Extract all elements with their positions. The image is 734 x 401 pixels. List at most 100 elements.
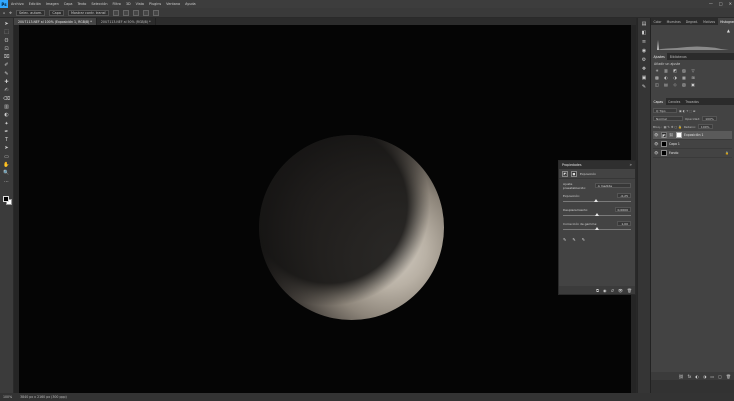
black-point-eyedropper-icon[interactable]: ✎ — [563, 237, 566, 242]
menu-item-10[interactable]: Ventana — [166, 2, 180, 6]
gamma-slider[interactable] — [563, 227, 631, 231]
fx-icon[interactable]: fx — [688, 374, 692, 379]
close-icon[interactable]: » — [630, 162, 632, 167]
cache-warning-icon[interactable]: ▲ — [727, 28, 730, 33]
paragraph-icon[interactable]: ≡ — [641, 39, 647, 45]
view-previous-icon[interactable]: ◉ — [603, 288, 607, 293]
adjustment-icon-10[interactable]: ◫ — [654, 82, 660, 87]
adjustment-icon-5[interactable]: ▩ — [654, 75, 660, 80]
path-select-icon[interactable]: ➤ — [3, 145, 10, 151]
layer-row[interactable]: 👁 ◩ ⛓ Exposición 1 — [653, 131, 732, 140]
layer-name[interactable]: Capa 1 — [669, 142, 680, 146]
auto-select-target[interactable]: Capa — [49, 9, 64, 16]
brushes-icon[interactable]: ✎ — [641, 84, 647, 90]
maximize-icon[interactable]: □ — [719, 1, 723, 6]
menu-item-5[interactable]: Selección — [91, 2, 107, 6]
type-tool-icon[interactable]: T — [3, 137, 10, 143]
color-icon[interactable]: ◉ — [641, 48, 647, 54]
document-info[interactable]: 3840 px x 2160 px (300 ppp) — [20, 395, 67, 399]
photoshop-logo[interactable]: Ps — [0, 0, 8, 8]
eraser-tool-icon[interactable]: ⌫ — [3, 96, 10, 102]
clip-to-layer-icon[interactable]: ⧉ — [596, 288, 599, 293]
filter-icons[interactable]: ▣ ◐ T ⬚ ⊞ — [679, 109, 695, 113]
menu-item-2[interactable]: Imagen — [46, 2, 59, 6]
layer-thumbnail[interactable] — [661, 150, 667, 156]
adjustment-icon-6[interactable]: ◐ — [663, 75, 669, 80]
document-tab-0[interactable]: 20U7113.NEF al 100% (Exposición 1, RGB/8… — [14, 18, 97, 25]
home-icon[interactable]: ⌂ — [3, 11, 5, 15]
menu-item-11[interactable]: Ayuda — [185, 2, 195, 6]
layer-filter-select[interactable]: Q Tipo — [653, 108, 677, 113]
menu-item-6[interactable]: Filtro — [113, 2, 121, 6]
healing-brush-icon[interactable]: ✎ — [3, 71, 10, 77]
adjustment-icon-9[interactable]: ⊞ — [690, 75, 696, 80]
new-layer-icon[interactable]: ▢ — [718, 374, 722, 379]
menu-item-8[interactable]: Vista — [136, 2, 144, 6]
adjustment-icon-8[interactable]: ▦ — [681, 75, 687, 80]
more-tools-icon[interactable]: ⋯ — [3, 179, 10, 185]
fill-field[interactable]: 100% — [697, 124, 713, 129]
histogram-tab-4[interactable]: Histograma — [717, 18, 734, 25]
histogram-tab-3[interactable]: Motivos — [701, 18, 718, 25]
move-tool-icon[interactable]: ➤ — [3, 21, 10, 27]
auto-select-checkbox[interactable]: Selec. autom. — [16, 9, 46, 16]
layer-row[interactable]: 👁 Fondo 🔒 — [653, 149, 732, 158]
path-tool-icon[interactable]: ✒ — [3, 129, 10, 135]
menu-item-9[interactable]: Plugins — [149, 2, 161, 6]
more-options-icon[interactable] — [153, 9, 160, 16]
menu-item-3[interactable]: Capa — [64, 2, 73, 6]
adjustment-icon-13[interactable]: ▧ — [681, 82, 687, 87]
add-mask-icon[interactable]: ◐ — [695, 374, 699, 379]
offset-slider-handle[interactable] — [595, 213, 599, 216]
adjustment-icon-14[interactable]: ▣ — [690, 82, 696, 87]
gray-point-eyedropper-icon[interactable]: ✎ — [572, 237, 575, 242]
distribute-icon[interactable] — [143, 9, 150, 16]
align-left-icon[interactable] — [113, 9, 120, 16]
exposure-slider-handle[interactable] — [594, 199, 599, 202]
dodge-tool-icon[interactable]: ◐ — [3, 112, 10, 118]
adjustment-icon-1[interactable]: ▥ — [663, 68, 669, 73]
adjustment-icon-3[interactable]: ▨ — [681, 68, 687, 73]
foreground-color-swatch[interactable] — [3, 196, 9, 202]
gamma-slider-handle[interactable] — [595, 227, 599, 230]
layer-thumbnail[interactable] — [661, 141, 667, 147]
hand-tool-icon[interactable]: ✋ — [3, 162, 10, 168]
pen-tool-icon[interactable]: ✦ — [3, 121, 10, 127]
histogram-tab-1[interactable]: Muestras — [664, 18, 683, 25]
gamma-value-field[interactable]: 1,00 — [617, 221, 631, 226]
exposure-slider[interactable] — [563, 199, 631, 203]
artboard-icon[interactable]: ▣ — [641, 75, 647, 81]
brush-tool-icon[interactable]: ✚ — [3, 79, 10, 85]
visibility-eye-icon[interactable]: 👁 — [654, 151, 659, 155]
new-group-icon[interactable]: ▭ — [710, 374, 714, 379]
offset-value-field[interactable]: 0,0000 — [614, 207, 631, 212]
close-window-icon[interactable]: ✕ — [729, 1, 732, 6]
menu-item-1[interactable]: Edición — [29, 2, 41, 6]
history-icon[interactable]: ▤ — [641, 21, 647, 27]
marquee-tool-icon[interactable]: ⬚ — [3, 29, 10, 35]
layer-mask-thumbnail[interactable] — [676, 132, 682, 138]
align-center-icon[interactable] — [123, 9, 130, 16]
toggle-visibility-icon[interactable]: 👁 — [618, 288, 623, 293]
opacity-field[interactable]: 100% — [702, 116, 717, 121]
object-select-icon[interactable]: ⊡ — [3, 46, 10, 52]
lock-icons[interactable]: ▦ ✎ ✥ ▢ 🔒 — [664, 125, 682, 129]
new-adjustment-icon[interactable]: ◑ — [703, 374, 707, 379]
zoom-level[interactable]: 100% — [3, 395, 12, 399]
delete-adjustment-icon[interactable]: 🗑 — [627, 288, 632, 293]
move-tool-icon[interactable]: ✥ — [9, 11, 12, 15]
minimize-icon[interactable]: — — [709, 1, 713, 6]
visibility-eye-icon[interactable]: 👁 — [654, 133, 659, 137]
layers-tab-1[interactable]: Canales — [666, 98, 683, 105]
adjustment-icon-11[interactable]: ▤ — [663, 82, 669, 87]
link-layers-icon[interactable]: ⛓ — [679, 374, 684, 379]
layers-tab-2[interactable]: Trazados — [683, 98, 702, 105]
show-transform-controls[interactable]: Mostrar contr. transf. — [68, 9, 110, 16]
properties-title-bar[interactable]: Propiedades » — [559, 161, 635, 169]
chain-link-icon[interactable]: ⛓ — [669, 133, 674, 137]
adjustment-icon-12[interactable]: ◇ — [672, 82, 678, 87]
adjustments-tab-1[interactable]: Bibliotecas — [667, 53, 689, 60]
adjustment-icon-7[interactable]: ◑ — [672, 75, 678, 80]
shape-tool-icon[interactable]: ▭ — [3, 154, 10, 160]
document-tab-1[interactable]: 20U7113.NEF al 50% (RGB/8) * — [97, 18, 156, 25]
